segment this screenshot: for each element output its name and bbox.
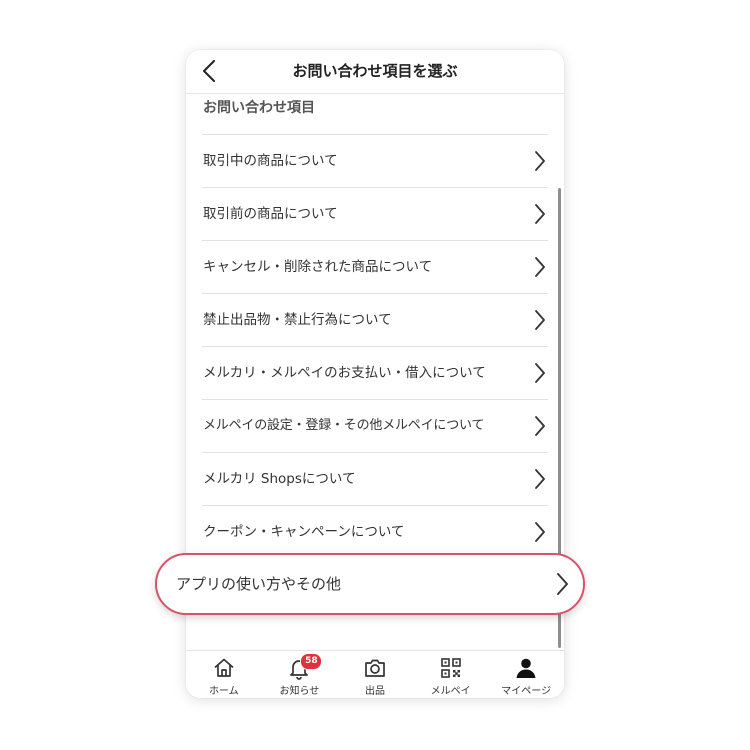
highlighted-list-item[interactable]: アプリの使い方やその他 [155,553,585,615]
home-icon [214,658,234,677]
list-item[interactable]: 取引前の商品について [202,188,548,241]
chevron-right-icon [535,204,545,224]
list-item-label: メルカリ・メルペイのお支払い・借入について [203,365,486,381]
tab-label: メルペイ [430,686,471,697]
tab-notifications[interactable]: 58 お知らせ [262,651,338,698]
tab-mypage[interactable]: マイページ [488,651,564,698]
header: お問い合わせ項目を選ぶ [186,50,564,94]
chevron-right-icon [535,469,545,489]
list-item-label: 禁止出品物・禁止行為について [203,312,392,328]
tab-merpay[interactable]: メルペイ [413,651,489,698]
chevron-right-icon [557,573,568,595]
chevron-right-icon [535,522,545,542]
qr-code-icon [440,658,461,678]
tab-bar: ホーム 58 お知らせ 出品 メルペイ マイページ [186,650,564,698]
page: お問い合わせ項目を選ぶ お問い合わせ項目 取引中の商品について 取引前の商品につ… [0,0,750,750]
chevron-right-icon [535,416,545,436]
list-item[interactable]: 禁止出品物・禁止行為について [202,294,548,347]
list-item-label: クーポン・キャンペーンについて [203,524,405,540]
tab-label: マイページ [501,686,552,697]
list-item-label: 取引前の商品について [203,206,338,222]
tab-label: ホーム [208,686,239,697]
list-item[interactable]: クーポン・キャンペーンについて [202,506,548,559]
chevron-right-icon [535,151,545,171]
person-icon [516,658,536,678]
tab-sell[interactable]: 出品 [337,651,413,698]
tab-label: 出品 [364,686,385,697]
section-title: お問い合わせ項目 [203,100,315,116]
chevron-right-icon [535,257,545,277]
list-item[interactable]: メルカリ・メルペイのお支払い・借入について [202,347,548,400]
list-item-label: キャンセル・削除された商品について [203,259,433,275]
list-item[interactable]: メルカリ Shopsについて [202,453,548,506]
chevron-right-icon [535,363,545,383]
tab-label: お知らせ [279,686,320,697]
tab-home[interactable]: ホーム [186,651,262,698]
camera-icon [365,659,385,677]
list-item-label: 取引中の商品について [203,153,338,169]
list-item[interactable]: メルペイの設定・登録・その他メルペイについて [202,400,548,453]
highlighted-item-label: アプリの使い方やその他 [176,575,342,593]
list-item[interactable]: キャンセル・削除された商品について [202,241,548,294]
chevron-right-icon [535,310,545,330]
page-title: お問い合わせ項目を選ぶ [292,62,458,80]
list-item-label: メルペイの設定・登録・その他メルペイについて [203,418,485,433]
list-item[interactable]: 取引中の商品について [202,135,548,188]
list-item-label: メルカリ Shopsについて [203,471,356,487]
notification-badge: 58 [300,653,323,670]
inquiry-list: 取引中の商品について 取引前の商品について キャンセル・削除された商品について … [202,134,548,559]
